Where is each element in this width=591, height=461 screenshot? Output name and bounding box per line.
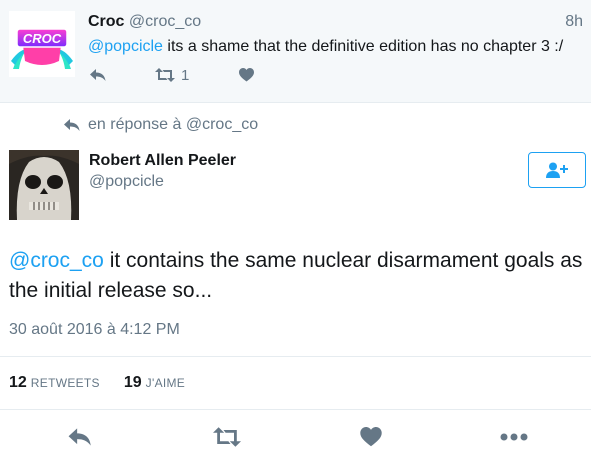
parent-tweet-text: @popcicle its a shame that the definitiv… — [88, 38, 563, 56]
retweet-button[interactable] — [213, 425, 241, 449]
parent-reply-button[interactable] — [90, 64, 106, 86]
likes-count: 19 — [123, 374, 142, 391]
parent-tweet-body: its a shame that the definitive edition … — [162, 38, 564, 55]
retweet-icon — [155, 68, 175, 82]
tweet-stats: 12 RETWEETS 19 J'AIME — [9, 374, 209, 392]
divider — [0, 356, 591, 357]
reply-context-prefix: en réponse à — [88, 116, 182, 133]
retweets-label: RETWEETS — [30, 376, 100, 390]
retweets-stat[interactable]: 12 RETWEETS — [9, 374, 100, 392]
more-icon — [500, 433, 528, 441]
parent-mention-link[interactable]: @popcicle — [88, 38, 163, 55]
parent-retweet-button[interactable]: 1 — [155, 64, 189, 86]
more-button[interactable] — [500, 425, 528, 449]
retweet-icon — [213, 427, 241, 447]
croc-avatar[interactable]: CROC — [9, 11, 75, 77]
reply-icon — [68, 428, 91, 446]
tweet-text: @croc_co it contains the same nuclear di… — [9, 246, 591, 306]
reply-context-handle[interactable]: @croc_co — [186, 116, 258, 134]
tweet-date[interactable]: 30 août 2016 à 4:12 PM — [9, 321, 180, 339]
avatar-logo-text: CROC — [23, 31, 62, 46]
parent-author-handle[interactable]: @croc_co — [129, 13, 201, 30]
likes-label: J'AIME — [145, 376, 186, 390]
parent-like-button[interactable] — [239, 64, 254, 86]
parent-tweet-header: Croc @croc_co — [88, 13, 201, 31]
follow-icon — [546, 162, 568, 178]
reply-icon — [90, 69, 106, 81]
retweets-count: 12 — [9, 374, 27, 391]
follow-button[interactable] — [528, 152, 586, 188]
divider — [0, 409, 591, 410]
parent-author-name[interactable]: Croc — [88, 13, 124, 30]
like-button[interactable] — [360, 425, 382, 449]
like-icon — [239, 68, 254, 82]
reply-icon — [64, 119, 80, 131]
like-icon — [360, 427, 382, 447]
author-handle[interactable]: @popcicle — [89, 173, 164, 191]
author-name[interactable]: Robert Allen Peeler — [89, 152, 236, 170]
likes-stat[interactable]: 19 J'AIME — [124, 374, 185, 392]
parent-tweet-time[interactable]: 8h — [565, 13, 583, 31]
author-avatar[interactable] — [9, 150, 79, 220]
parent-tweet[interactable]: CROC Croc @croc_co 8h @popcicle its a sh… — [0, 0, 591, 103]
parent-tweet-actions: 1 — [88, 64, 288, 86]
reply-button[interactable] — [68, 425, 92, 449]
reply-context: en réponse à @croc_co — [64, 116, 258, 134]
mention-link[interactable]: @croc_co — [9, 249, 104, 272]
parent-retweet-count: 1 — [181, 66, 190, 84]
